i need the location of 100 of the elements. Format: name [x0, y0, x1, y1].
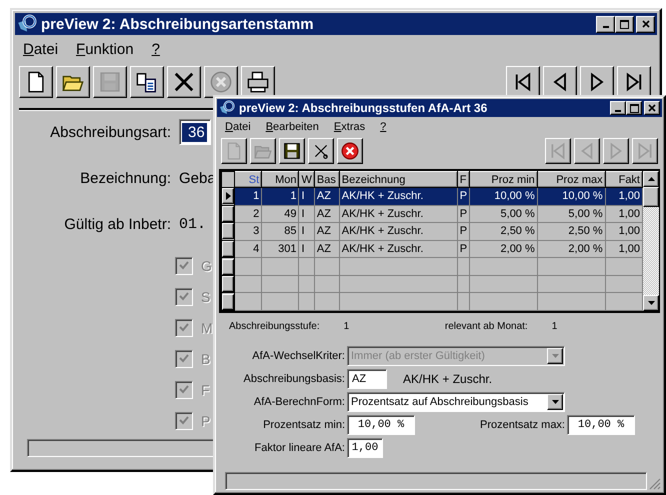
minimize-button[interactable]	[610, 101, 626, 115]
checkmark-icon	[178, 353, 190, 365]
column-header[interactable]: W	[298, 172, 314, 188]
scrollbar[interactable]	[643, 171, 659, 311]
column-header[interactable]: Fakt	[605, 172, 642, 188]
toolbar-button[interactable]	[56, 66, 90, 98]
toolbar-button[interactable]	[308, 138, 334, 164]
field-label: Prozentsatz min:	[262, 419, 345, 431]
up-arrow-icon	[648, 177, 654, 181]
toolbar-button[interactable]	[130, 66, 164, 98]
table-cell: AK/HK + Zuschr.	[339, 205, 458, 223]
field-label: Abschreibungsart:	[49, 124, 171, 140]
info-value: 1	[344, 321, 350, 332]
table-cell: P	[457, 205, 470, 223]
input-field[interactable]: AZ	[347, 369, 387, 389]
navigation-button[interactable]	[506, 66, 540, 98]
row-selector[interactable]	[222, 258, 234, 274]
dropdown-arrow-icon	[552, 400, 558, 404]
toolbar-button[interactable]	[167, 66, 201, 98]
down-arrow-icon	[648, 301, 654, 305]
table-cell: 5,00 %	[470, 205, 538, 223]
window-title: preView 2: Abschreibungsartenstamm	[41, 16, 315, 32]
input-field[interactable]: 10,00 %	[347, 415, 415, 435]
cross-icon	[312, 142, 330, 160]
navigation-button[interactable]	[580, 66, 614, 98]
row-selector[interactable]	[222, 188, 234, 204]
copy-icon	[136, 71, 158, 93]
input-field[interactable]: 1,00	[347, 438, 383, 458]
menu-item[interactable]: Extras	[334, 121, 366, 133]
checkbox-label: F	[201, 382, 210, 398]
menu-item[interactable]: Datei	[225, 121, 251, 133]
info-value: 1	[552, 321, 558, 332]
row-selector[interactable]	[222, 241, 234, 257]
table-row[interactable]: 4 301 I AZ AK/HK + Zuschr. P 2,00 % 2,00 % 1,00	[222, 240, 642, 258]
menu-item[interactable]: ?	[380, 121, 386, 133]
cancel-icon	[210, 71, 232, 93]
field-label: Prozentsatz max:	[479, 419, 565, 431]
row-selector[interactable]	[222, 224, 234, 240]
toolbar-button[interactable]	[279, 138, 305, 164]
toolbar-button[interactable]	[19, 66, 53, 98]
maximize-icon	[630, 104, 638, 112]
table-cell: I	[298, 240, 314, 258]
field-label: AfA-WechselKriter:	[251, 350, 345, 362]
maximize-button[interactable]	[615, 16, 634, 32]
close-button[interactable]	[644, 101, 660, 115]
first-record-icon	[513, 72, 533, 92]
checkbox-label: B	[201, 351, 210, 367]
column-header[interactable]: F	[457, 172, 470, 188]
dropdown-arrow-icon	[552, 354, 558, 358]
window-title: preView 2: Abschreibungsstufen AfA-Art 36	[239, 101, 488, 115]
table-cell: 2,00 %	[470, 240, 538, 258]
field-label: Gültig ab Inbetr:	[63, 216, 171, 232]
table-row[interactable]: 2 49 I AZ AK/HK + Zuschr. P 5,00 % 5,00 % 1,00	[222, 205, 642, 223]
first-record-icon	[549, 142, 567, 160]
table-cell: P	[457, 240, 470, 258]
table-cell: AZ	[314, 222, 340, 240]
column-header[interactable]: St	[234, 172, 262, 188]
column-header[interactable]: Proz min	[470, 172, 538, 188]
app-logo-icon	[219, 100, 235, 116]
table-row[interactable]: 1 1 I AZ AK/HK + Zuschr. P 10,00 % 10,00 % 1,00	[222, 188, 642, 206]
table-cell: P	[457, 222, 470, 240]
close-button[interactable]	[636, 16, 655, 32]
menu-item[interactable]: ?	[152, 41, 160, 58]
input-field[interactable]: 10,00 %	[567, 415, 635, 435]
menu-item[interactable]: Funktion	[76, 41, 134, 58]
navigation-button[interactable]	[617, 66, 651, 98]
table-cell: 5,00 %	[537, 205, 606, 223]
current-row-icon	[226, 192, 230, 200]
checkmark-icon	[178, 291, 190, 303]
scroll-thumb[interactable]	[643, 187, 659, 207]
table-cell: 10,00 %	[470, 188, 538, 206]
table-cell: AK/HK + Zuschr.	[339, 240, 458, 258]
row-selector[interactable]	[222, 276, 234, 292]
close-icon	[642, 20, 650, 28]
column-header[interactable]: Bezeichnung	[339, 172, 458, 188]
column-header[interactable]: Mon	[262, 172, 299, 188]
menu-item[interactable]: Datei	[23, 41, 58, 58]
input-field[interactable]: 36	[179, 119, 211, 145]
column-header[interactable]: Proz max	[537, 172, 606, 188]
navigation-button[interactable]	[543, 66, 577, 98]
last-record-icon	[636, 142, 654, 160]
last-record-icon	[624, 72, 644, 92]
column-header[interactable]: Bas	[314, 172, 340, 188]
menu-item[interactable]: Bearbeiten	[266, 121, 319, 133]
row-selector[interactable]	[222, 294, 234, 310]
toolbar-button[interactable]	[241, 66, 275, 98]
table-cell: I	[298, 205, 314, 223]
row-selector[interactable]	[222, 206, 234, 222]
minimize-button[interactable]	[596, 16, 615, 32]
table-row[interactable]: 3 85 I AZ AK/HK + Zuschr. P 2,50 % 2,50 % 1,00	[222, 222, 642, 240]
close-icon	[648, 104, 656, 112]
table-cell: 301	[262, 240, 299, 258]
table-cell: 2,00 %	[537, 240, 606, 258]
checkmark-icon	[178, 260, 190, 272]
table-cell: AZ	[314, 240, 340, 258]
toolbar-button[interactable]	[337, 138, 363, 164]
field-label: Abschreibungsbasis:	[242, 373, 345, 385]
table-cell: AZ	[314, 188, 340, 206]
maximize-button[interactable]	[626, 101, 642, 115]
dropdown[interactable]: Prozentsatz auf Abschreibungsbasis	[347, 392, 565, 412]
